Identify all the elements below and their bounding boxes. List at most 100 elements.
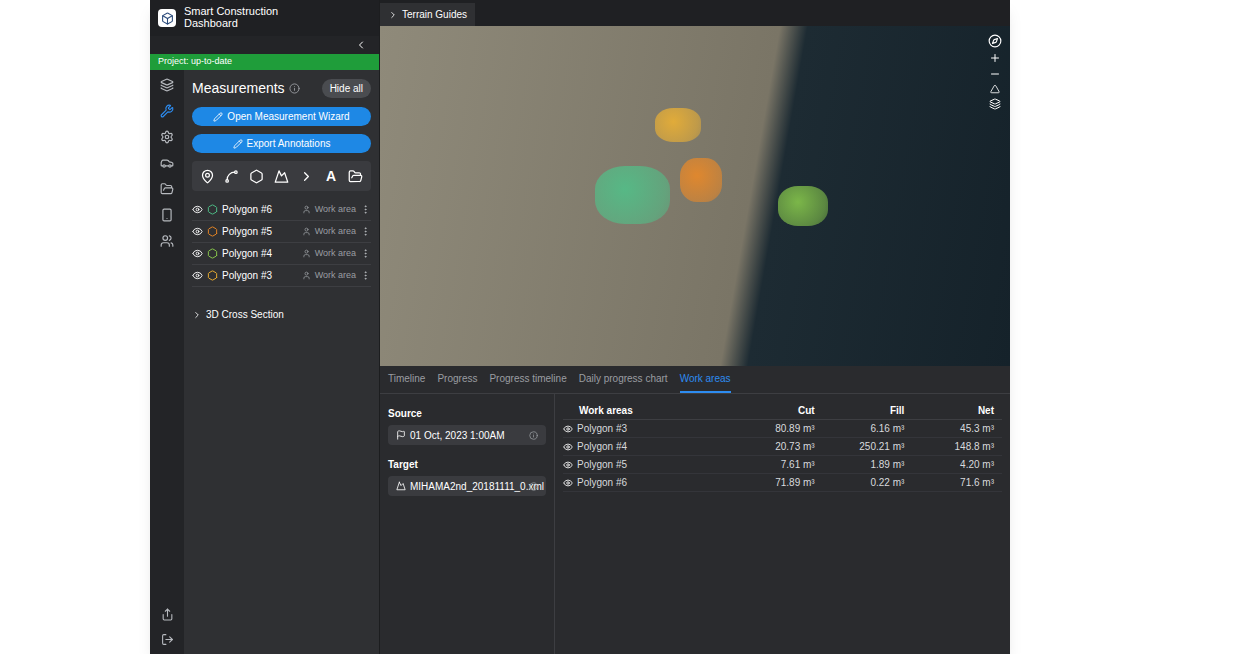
field-label: Target [388, 457, 546, 472]
measurement-name: Polygon #4 [222, 246, 272, 261]
compass-icon[interactable] [988, 34, 1002, 48]
polygon-icon [207, 270, 218, 281]
polygon-icon [249, 169, 264, 184]
eye-icon[interactable] [563, 424, 573, 434]
measurement-name: Polygon #5 [222, 224, 272, 239]
measurement-item[interactable]: Polygon #4Work area [192, 243, 371, 265]
line-tool[interactable] [221, 165, 243, 187]
hide-all-button[interactable]: Hide all [322, 79, 371, 98]
bottom-content: Source 01 Oct, 2023 1:00AM Target MIHAMA2nd… [380, 394, 1010, 654]
eye-icon[interactable] [192, 204, 203, 215]
user-icon [302, 227, 311, 236]
measurement-name: Polygon #3 [222, 268, 272, 283]
cut-cell: 7.61 m³ [733, 457, 823, 472]
work-area-overlay[interactable] [778, 186, 828, 226]
field-value[interactable]: 01 Oct, 2023 1:00AM [388, 425, 546, 445]
row-name: Polygon #6 [577, 475, 627, 490]
fill-cell: 1.89 m³ [823, 457, 913, 472]
profile-tool[interactable] [295, 165, 317, 187]
bottom-tab[interactable]: Work areas [680, 366, 731, 393]
field-value[interactable]: MIHAMA2nd_20181111_0.xml [388, 476, 546, 496]
work-area-overlay[interactable] [655, 108, 701, 142]
tilt-icon[interactable] [990, 84, 1000, 94]
line-icon [224, 169, 239, 184]
rail-item[interactable] [160, 156, 174, 170]
rail-item[interactable] [160, 234, 174, 248]
measurement-item[interactable]: Polygon #6 Work area [192, 199, 371, 221]
table-row[interactable]: Polygon #380.89 m³6.16 m³45.3 m³ [563, 420, 1002, 438]
terrain-guides-tab[interactable]: Terrain Guides [380, 3, 475, 26]
rail-icon [160, 234, 174, 248]
cross-section-toggle[interactable]: 3D Cross Section [192, 307, 371, 322]
info-icon[interactable] [289, 83, 300, 94]
export-button[interactable]: Export Annotations [192, 134, 371, 153]
layers-icon[interactable] [989, 98, 1001, 110]
text-tool[interactable]: A [320, 165, 342, 187]
rail-items [160, 78, 174, 248]
measurement-tag: Work area [315, 203, 356, 217]
chevron-icon [192, 310, 202, 320]
more-icon[interactable] [360, 270, 371, 281]
zoom-in-icon[interactable] [989, 52, 1001, 64]
table-row[interactable]: Polygon #420.73 m³250.21 m³148.8 m³ [563, 438, 1002, 456]
pencil-icon [213, 112, 223, 122]
comparison-field: Source 01 Oct, 2023 1:00AM [388, 406, 546, 445]
measurement-name: Polygon #6 [222, 202, 272, 217]
tool-bar: A [192, 161, 371, 191]
net-cell: 45.3 m³ [912, 421, 1002, 436]
rail-icon [160, 208, 174, 222]
measurement-item[interactable]: Polygon #3 Work area [192, 265, 371, 287]
info-icon[interactable] [529, 431, 538, 440]
wizard-button[interactable]: Open Measurement Wizard [192, 107, 371, 126]
measurements-title: Measurements [192, 78, 285, 99]
work-area-overlay[interactable] [680, 158, 722, 202]
logout-icon[interactable] [161, 633, 174, 646]
eye-icon[interactable] [563, 478, 573, 488]
field-label: Source [388, 406, 546, 421]
more-icon[interactable] [360, 226, 371, 237]
bottom-tab[interactable]: Timeline [388, 366, 425, 393]
more-icon[interactable] [360, 248, 371, 259]
table-row[interactable]: Polygon #57.61 m³1.89 m³4.20 m³ [563, 456, 1002, 474]
eye-icon[interactable] [563, 442, 573, 452]
logo-icon [161, 12, 174, 25]
bottom-tab[interactable]: Progress timeline [489, 366, 566, 393]
rail-item[interactable] [160, 78, 174, 92]
rail-icon [160, 104, 174, 118]
measurement-item[interactable]: Polygon #5 Work area [192, 221, 371, 243]
app-title: Smart ConstructionDashboard [184, 6, 278, 29]
bottom-tab[interactable]: Progress [437, 366, 477, 393]
map-view[interactable] [380, 26, 1010, 366]
zoom-out-icon[interactable] [989, 68, 1001, 80]
sidebar-toolbar [150, 36, 379, 54]
eye-icon[interactable] [192, 226, 203, 237]
more-icon[interactable] [360, 204, 371, 215]
info-icon[interactable] [529, 482, 538, 491]
collapse-icon[interactable] [355, 39, 367, 51]
eye-icon[interactable] [192, 270, 203, 281]
fill-cell: 0.22 m³ [823, 475, 913, 490]
pin-tool[interactable] [196, 165, 218, 187]
eye-icon[interactable] [563, 460, 573, 470]
volume-tool[interactable] [270, 165, 292, 187]
work-area-overlay[interactable] [595, 166, 670, 224]
row-name: Polygon #5 [577, 457, 627, 472]
eye-icon[interactable] [192, 248, 203, 259]
rail-item[interactable] [160, 208, 174, 222]
measurement-tag: Work area [315, 269, 356, 283]
measurement-tag: Work area [315, 225, 356, 239]
main-column: Terrain Guides Timeline Progress Progress t… [380, 0, 1010, 654]
polygon-tool[interactable] [246, 165, 268, 187]
user-icon [302, 271, 311, 280]
rail-item[interactable] [160, 182, 174, 196]
fill-cell: 250.21 m³ [823, 439, 913, 454]
bottom-tab[interactable]: Daily progress chart [579, 366, 668, 393]
rail-icon [160, 78, 174, 92]
cut-cell: 20.73 m³ [733, 439, 823, 454]
net-cell: 71.6 m³ [912, 475, 1002, 490]
rail-item[interactable] [160, 104, 174, 118]
share-icon[interactable] [161, 608, 174, 621]
table-row[interactable]: Polygon #671.89 m³0.22 m³71.6 m³ [563, 474, 1002, 492]
folder-tool[interactable] [345, 165, 367, 187]
rail-item[interactable] [160, 130, 174, 144]
